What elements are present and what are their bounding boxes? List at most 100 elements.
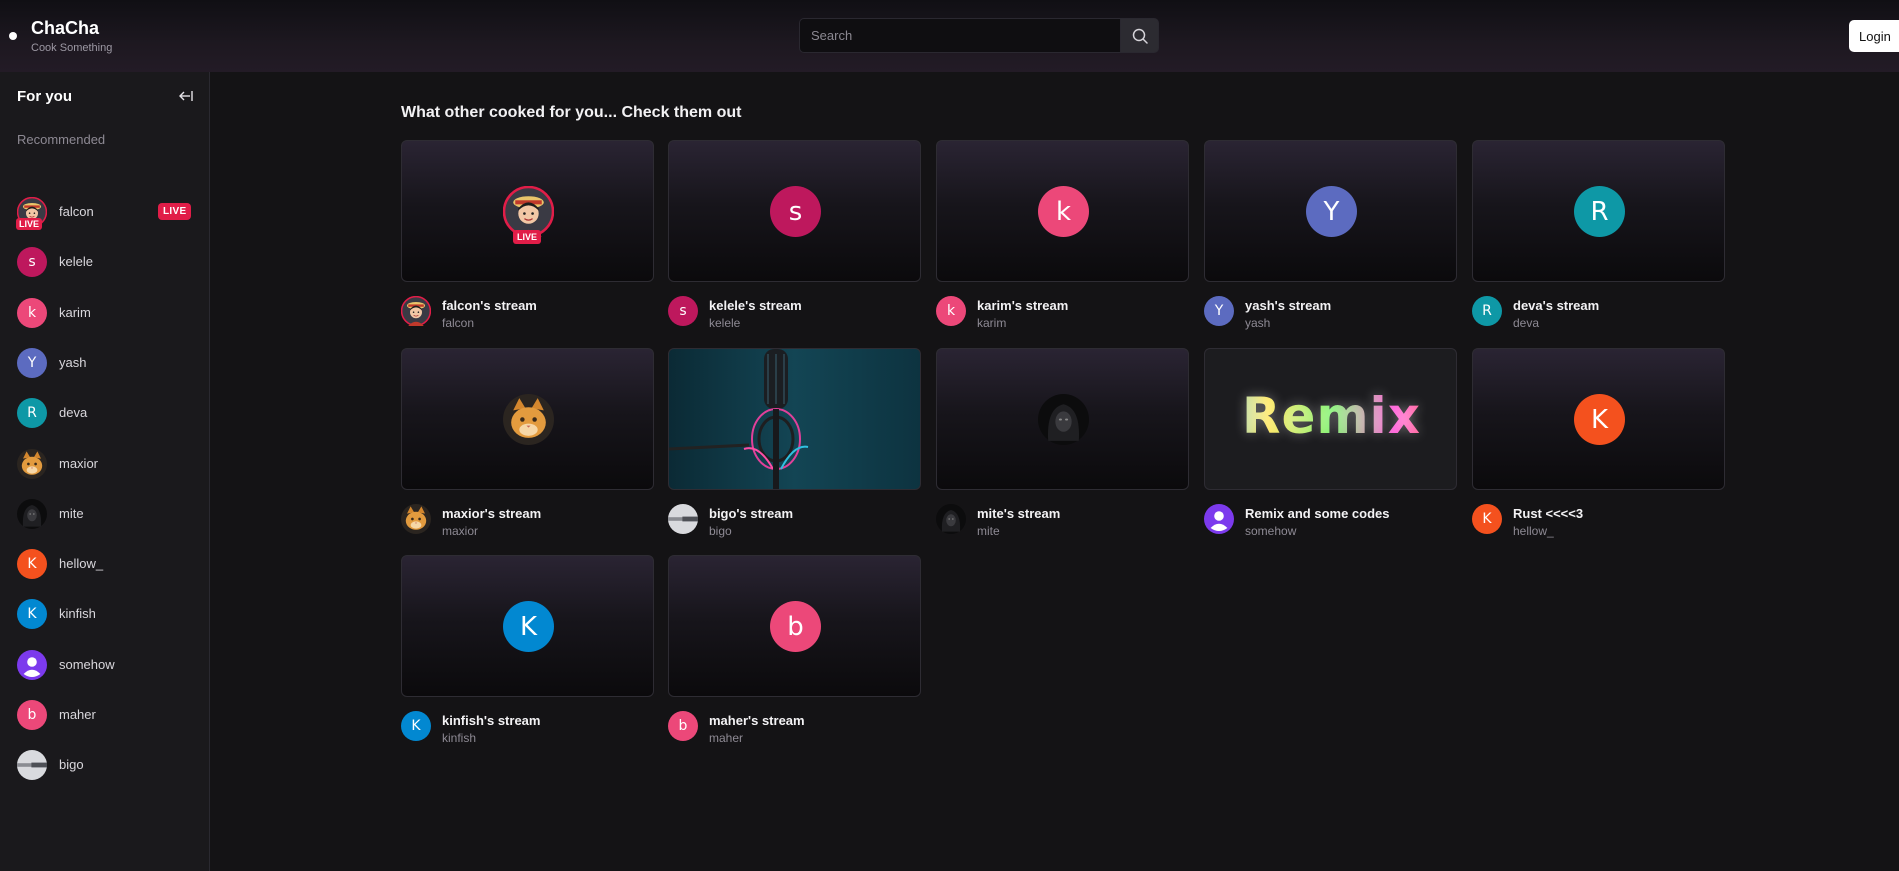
sidebar-item-name: mite — [59, 505, 84, 521]
brand-name[interactable]: ChaCha — [31, 18, 99, 39]
hellow_-avatar: K — [1574, 394, 1625, 445]
kinfish-avatar: K — [503, 601, 554, 652]
maxior-avatar — [401, 504, 431, 534]
stream-username: kinfish — [442, 731, 477, 745]
stream-title: mite's stream — [977, 506, 1061, 521]
stream-username: yash — [1245, 316, 1271, 330]
stream-thumbnail[interactable]: K — [1472, 348, 1725, 490]
maher-avatar: b — [668, 711, 698, 741]
sidebar-item-name: yash — [59, 354, 87, 370]
stream-card-maxior[interactable]: maxior's stream maxior — [401, 348, 654, 548]
logo-icon[interactable] — [9, 32, 17, 40]
sidebar-item-deva[interactable]: Rdeva — [0, 391, 210, 435]
kelele-avatar: s — [17, 247, 47, 278]
sidebar-item-name: kinfish — [59, 606, 96, 622]
stream-card-hellow[interactable]: K K Rust <<<<3 hellow_ — [1472, 348, 1725, 548]
stream-card-karim[interactable]: k k karim's stream karim — [936, 140, 1189, 340]
stream-username: deva — [1513, 316, 1540, 330]
sidebar-item-karim[interactable]: k karim — [0, 291, 210, 335]
sidebar-item-yash[interactable]: Yyash — [0, 341, 210, 385]
sidebar-title: For you — [17, 88, 72, 105]
kinfish-avatar: K — [17, 599, 47, 630]
stream-title: karim's stream — [977, 298, 1069, 313]
stream-thumbnail[interactable]: LIVE — [401, 140, 654, 282]
maher-avatar: b — [17, 700, 47, 730]
stream-card-bigo[interactable]: bigo's stream bigo — [668, 348, 921, 548]
sidebar-item-falcon[interactable]: LIVE falcon LIVE — [0, 190, 210, 234]
stream-username: kelele — [709, 316, 741, 330]
stream-username: hellow_ — [1513, 524, 1554, 538]
stream-username: bigo — [709, 524, 732, 538]
sidebar-item-kelele[interactable]: s kelele — [0, 240, 210, 284]
mite-avatar — [1038, 394, 1089, 445]
remix-logo: Remix — [1205, 387, 1456, 445]
search-bar — [799, 18, 1159, 53]
stream-card-yash[interactable]: Y Yyash's stream yash — [1204, 140, 1457, 340]
search-input[interactable] — [799, 18, 1120, 53]
stream-username: falcon — [442, 316, 475, 330]
kelele-avatar: s — [770, 186, 821, 237]
stream-card-maher[interactable]: b b maher's stream maher — [668, 555, 921, 755]
sidebar-item-name: hellow_ — [59, 556, 104, 572]
sidebar-item-name: karim — [59, 304, 91, 320]
mite-avatar — [936, 504, 966, 534]
stream-thumbnail[interactable]: b — [668, 555, 921, 697]
hellow_-avatar: K — [1472, 504, 1502, 534]
stream-card-kelele[interactable]: s s kelele's stream kelele — [668, 140, 921, 340]
sidebar-item-name: somehow — [59, 656, 115, 672]
sidebar-item-hellow[interactable]: Khellow_ — [0, 542, 210, 586]
stream-card-kinfish[interactable]: K Kkinfish's stream kinfish — [401, 555, 654, 755]
stream-thumbnail[interactable]: K — [401, 555, 654, 697]
stream-card-falcon[interactable]: LIVE falcon's stream falcon — [401, 140, 654, 340]
stream-title: maxior's stream — [442, 506, 542, 521]
falcon-avatar — [401, 296, 431, 326]
stream-thumbnail[interactable]: s — [668, 140, 921, 282]
stream-title: yash's stream — [1245, 298, 1332, 313]
stream-username: maher — [709, 731, 744, 745]
maher-avatar: b — [770, 601, 821, 652]
page-title: What other cooked for you... Check them … — [401, 104, 742, 121]
stream-thumbnail[interactable] — [668, 348, 921, 490]
sidebar-item-maher[interactable]: b maher — [0, 693, 210, 737]
stream-card-mite[interactable]: mite's stream mite — [936, 348, 1189, 548]
stream-thumbnail[interactable]: R — [1472, 140, 1725, 282]
somehow-avatar — [1204, 504, 1234, 534]
search-button[interactable] — [1120, 18, 1159, 53]
sidebar-item-name: falcon — [59, 204, 94, 219]
karim-avatar: k — [936, 296, 966, 326]
karim-avatar: k — [1038, 186, 1089, 237]
top-navbar: ChaCha Cook Something Login — [0, 0, 1899, 72]
sidebar-item-name: bigo — [59, 757, 84, 773]
stream-thumbnail[interactable] — [936, 348, 1189, 490]
mite-avatar — [17, 498, 47, 529]
login-button[interactable]: Login — [1849, 20, 1899, 52]
search-icon — [1132, 28, 1148, 44]
yash-avatar: Y — [1204, 296, 1234, 326]
sidebar-item-somehow[interactable]: somehow — [0, 643, 210, 687]
live-badge: LIVE — [158, 203, 192, 220]
maxior-avatar — [503, 394, 554, 445]
avatar-live-badge: LIVE — [16, 218, 43, 230]
somehow-avatar — [17, 649, 47, 680]
sidebar-item-kinfish[interactable]: Kkinfish — [0, 592, 210, 636]
stream-thumbnail[interactable]: Remix — [1204, 348, 1457, 490]
collapse-sidebar-icon[interactable] — [178, 88, 194, 104]
stream-card-somehow[interactable]: Remix Remix and some codes somehow — [1204, 348, 1457, 548]
deva-avatar: R — [1574, 186, 1625, 237]
bigo-avatar — [668, 504, 698, 534]
stream-title: Rust <<<<3 — [1513, 506, 1584, 521]
hellow_-avatar: K — [17, 549, 47, 580]
stream-title: maher's stream — [709, 713, 805, 728]
stream-thumbnail[interactable]: Y — [1204, 140, 1457, 282]
sidebar-item-name: kelele — [59, 254, 93, 270]
stream-thumbnail[interactable] — [401, 348, 654, 490]
stream-thumbnail[interactable]: k — [936, 140, 1189, 282]
sidebar-item-bigo[interactable]: bigo — [0, 743, 210, 787]
stream-title: falcon's stream — [442, 298, 537, 313]
stream-card-deva[interactable]: R Rdeva's stream deva — [1472, 140, 1725, 340]
stream-username: somehow — [1245, 524, 1297, 538]
deva-avatar: R — [17, 398, 47, 429]
sidebar-item-mite[interactable]: mite — [0, 492, 210, 536]
sidebar-item-maxior[interactable]: maxior — [0, 442, 210, 486]
maxior-avatar — [17, 448, 47, 479]
